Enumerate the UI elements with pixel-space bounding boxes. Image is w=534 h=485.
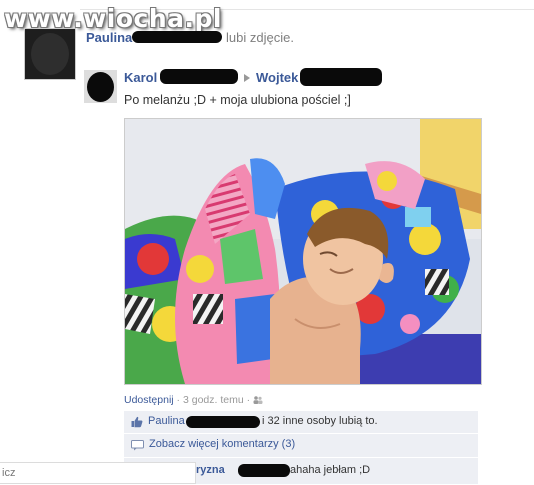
arrow-right-icon bbox=[244, 74, 250, 82]
share-link[interactable]: Udostępnij bbox=[124, 394, 174, 406]
post-photo[interactable] bbox=[124, 118, 482, 385]
redacted-surname bbox=[132, 31, 222, 43]
meta-separator: · bbox=[176, 394, 181, 406]
likes-count-text[interactable]: i 32 inne osoby lubią to. bbox=[262, 415, 378, 427]
liker-name-link[interactable]: Paulina bbox=[148, 415, 185, 427]
avatar[interactable] bbox=[24, 28, 76, 80]
more-comments-row[interactable]: Zobacz więcej komentarzy (3) bbox=[124, 434, 478, 458]
chat-search-input[interactable]: icz bbox=[0, 462, 196, 484]
people-icon bbox=[253, 396, 263, 404]
redacted-author-surname bbox=[160, 69, 238, 84]
post-author-link[interactable]: Karol bbox=[124, 70, 157, 85]
redacted-target-surname bbox=[300, 68, 382, 86]
photo-illustration bbox=[125, 119, 481, 384]
redacted-comment-author bbox=[238, 464, 290, 477]
more-comments-wrap: Zobacz więcej komentarzy (3) bbox=[149, 438, 295, 450]
comment-author-wrap: ryzna bbox=[196, 464, 225, 476]
redacted-liker-surname bbox=[186, 416, 260, 428]
comment-text: ahaha jebłam ;D bbox=[290, 464, 371, 476]
comment-bubble-icon bbox=[131, 440, 144, 451]
chat-search-text: icz bbox=[2, 467, 16, 479]
meta-separator: · bbox=[246, 394, 251, 406]
likes-row: Paulina i 32 inne osoby lubią to. bbox=[124, 411, 478, 434]
more-comments-link[interactable]: Zobacz więcej komentarzy (3) bbox=[149, 438, 295, 450]
post-timestamp[interactable]: 3 godz. temu bbox=[183, 394, 244, 406]
activity-text: lubi zdjęcie. bbox=[226, 30, 294, 45]
action-verb: lubi zdjęcie. bbox=[226, 30, 294, 45]
thumbs-up-icon[interactable] bbox=[131, 416, 143, 428]
likes-text: Paulina bbox=[148, 415, 185, 427]
author-avatar[interactable] bbox=[84, 70, 117, 103]
post-meta: Udostępnij · 3 godz. temu · bbox=[124, 394, 263, 406]
comment-author-link[interactable]: ryzna bbox=[196, 464, 225, 476]
post-caption: Po melanżu ;D + moja ulubiona pościel ;] bbox=[124, 93, 351, 107]
actor-name-link[interactable]: Paulina bbox=[86, 30, 132, 45]
post-target-link[interactable]: Wojtek bbox=[256, 70, 298, 85]
